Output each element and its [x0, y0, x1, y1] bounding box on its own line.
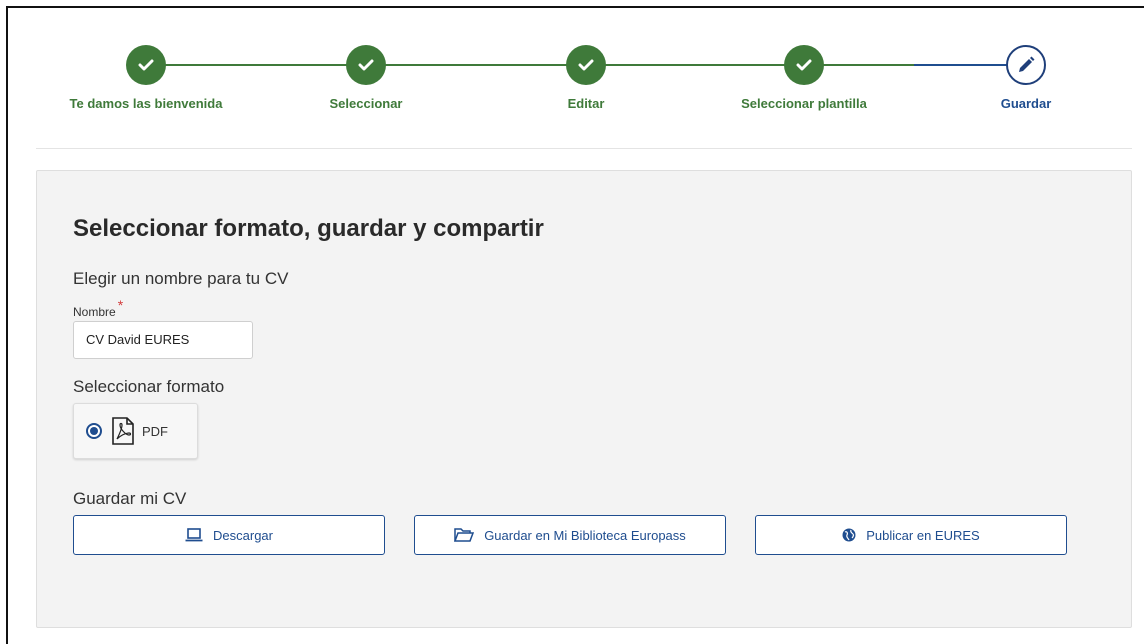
save-section-heading: Guardar mi CV	[73, 489, 187, 508]
publish-eures-button[interactable]: Publicar en EURES	[755, 515, 1067, 555]
check-icon	[138, 59, 154, 71]
step-3-complete[interactable]	[566, 45, 606, 85]
download-button[interactable]: Descargar	[73, 515, 385, 555]
step-4-complete[interactable]	[784, 45, 824, 85]
step-label-welcome: Te damos las bienvenida	[69, 96, 223, 111]
step-label-save: Guardar	[1000, 96, 1052, 111]
publish-label: Publicar en EURES	[866, 527, 980, 543]
pdf-label: PDF	[142, 423, 168, 439]
check-icon	[358, 59, 374, 71]
format-section-heading: Seleccionar formato	[73, 377, 225, 396]
step-label-template: Seleccionar plantilla	[741, 96, 867, 111]
laptop-icon	[185, 528, 203, 542]
divider	[36, 148, 1132, 149]
download-label: Descargar	[213, 527, 273, 543]
radio-selected-dot	[90, 427, 98, 435]
save-library-button[interactable]: Guardar en Mi Biblioteca Europass	[414, 515, 726, 555]
step-1-complete[interactable]	[126, 45, 166, 85]
page-frame: Te damos las bienvenida Seleccionar Edit…	[6, 6, 1144, 644]
globe-icon	[842, 528, 856, 542]
check-icon	[578, 59, 594, 71]
step-label-edit: Editar	[567, 96, 605, 111]
folder-open-icon	[454, 528, 475, 542]
required-mark: *	[117, 297, 124, 313]
step-5-active[interactable]	[1006, 45, 1046, 85]
pencil-icon	[1019, 56, 1035, 72]
save-panel: Seleccionar formato, guardar y compartir…	[36, 170, 1132, 628]
pdf-file-icon	[112, 417, 134, 445]
pdf-radio[interactable]	[86, 423, 102, 439]
progress-stepper: Te damos las bienvenida Seleccionar Edit…	[8, 8, 1144, 148]
name-section-heading: Elegir un nombre para tu CV	[73, 269, 289, 288]
step-2-complete[interactable]	[346, 45, 386, 85]
save-library-label: Guardar en Mi Biblioteca Europass	[484, 527, 686, 543]
name-label-text: Nombre	[73, 305, 116, 319]
name-field-label: Nombre *	[73, 297, 123, 319]
format-option-pdf[interactable]: PDF	[73, 403, 198, 459]
step-label-select: Seleccionar	[329, 96, 403, 111]
page-title: Seleccionar formato, guardar y compartir	[73, 215, 544, 242]
check-icon	[796, 59, 812, 71]
cv-name-input[interactable]: CV David EURES	[73, 321, 253, 359]
